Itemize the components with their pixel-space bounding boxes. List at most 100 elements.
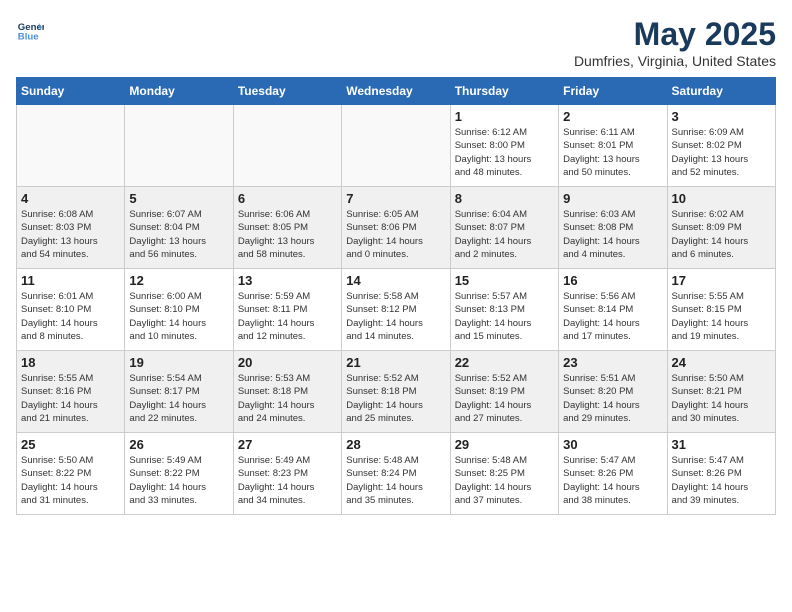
calendar-cell: 19Sunrise: 5:54 AM Sunset: 8:17 PM Dayli… [125, 351, 233, 433]
day-info: Sunrise: 5:55 AM Sunset: 8:15 PM Dayligh… [672, 290, 771, 343]
day-info: Sunrise: 5:58 AM Sunset: 8:12 PM Dayligh… [346, 290, 445, 343]
day-number: 12 [129, 273, 228, 288]
day-info: Sunrise: 5:47 AM Sunset: 8:26 PM Dayligh… [563, 454, 662, 507]
day-number: 5 [129, 191, 228, 206]
day-number: 9 [563, 191, 662, 206]
week-row-5: 25 Sunrise: 5:50 AM Sunset: 8:22 PM Dayli… [17, 433, 776, 515]
day-number: 20 [238, 355, 337, 370]
calendar-cell [342, 105, 450, 187]
calendar-cell [233, 105, 341, 187]
day-info: Sunrise: 6:02 AM Sunset: 8:09 PM Dayligh… [672, 208, 771, 261]
day-info: Sunrise: 6:11 AM Sunset: 8:01 PM Dayligh… [563, 126, 662, 179]
day-number: 18 [21, 355, 120, 370]
day-info: Sunrise: 5:52 AM Sunset: 8:18 PM Dayligh… [346, 372, 445, 425]
weekday-header-saturday: Saturday [667, 78, 775, 105]
day-number: 15 [455, 273, 554, 288]
weekday-header-thursday: Thursday [450, 78, 558, 105]
day-info: Sunrise: 6:03 AM Sunset: 8:08 PM Dayligh… [563, 208, 662, 261]
day-number: 4 [21, 191, 120, 206]
calendar-cell: 7 Sunrise: 6:05 AM Sunset: 8:06 PM Daylig… [342, 187, 450, 269]
day-info: Sunrise: 5:59 AM Sunset: 8:11 PM Dayligh… [238, 290, 337, 343]
day-info: Sunrise: 5:47 AM Sunset: 8:26 PM Dayligh… [672, 454, 771, 507]
calendar-cell [125, 105, 233, 187]
day-info: Sunrise: 6:00 AM Sunset: 8:10 PM Dayligh… [129, 290, 228, 343]
day-info: Sunrise: 6:09 AM Sunset: 8:02 PM Dayligh… [672, 126, 771, 179]
week-row-3: 11 Sunrise: 6:01 AM Sunset: 8:10 PM Dayli… [17, 269, 776, 351]
day-info: Sunrise: 6:07 AM Sunset: 8:04 PM Dayligh… [129, 208, 228, 261]
day-info: Sunrise: 5:49 AM Sunset: 8:22 PM Dayligh… [129, 454, 228, 507]
calendar-cell: 31Sunrise: 5:47 AM Sunset: 8:26 PM Dayli… [667, 433, 775, 515]
calendar-cell: 12 Sunrise: 6:00 AM Sunset: 8:10 PM Dayli… [125, 269, 233, 351]
calendar-cell: 4 Sunrise: 6:08 AM Sunset: 8:03 PM Daylig… [17, 187, 125, 269]
week-row-1: 1Sunrise: 6:12 AM Sunset: 8:00 PM Daylig… [17, 105, 776, 187]
day-info: Sunrise: 5:56 AM Sunset: 8:14 PM Dayligh… [563, 290, 662, 343]
day-number: 19 [129, 355, 228, 370]
day-info: Sunrise: 6:01 AM Sunset: 8:10 PM Dayligh… [21, 290, 120, 343]
calendar-cell: 30 Sunrise: 5:47 AM Sunset: 8:26 PM Dayli… [559, 433, 667, 515]
day-info: Sunrise: 5:50 AM Sunset: 8:21 PM Dayligh… [672, 372, 771, 425]
weekday-header-tuesday: Tuesday [233, 78, 341, 105]
calendar-cell: 10 Sunrise: 6:02 AM Sunset: 8:09 PM Dayli… [667, 187, 775, 269]
day-number: 23 [563, 355, 662, 370]
logo-icon: General Blue [16, 16, 44, 44]
day-info: Sunrise: 6:05 AM Sunset: 8:06 PM Dayligh… [346, 208, 445, 261]
logo: General Blue [16, 16, 44, 44]
day-number: 25 [21, 437, 120, 452]
calendar-cell: 1Sunrise: 6:12 AM Sunset: 8:00 PM Daylig… [450, 105, 558, 187]
calendar-cell: 16Sunrise: 5:56 AM Sunset: 8:14 PM Dayli… [559, 269, 667, 351]
day-number: 3 [672, 109, 771, 124]
day-number: 28 [346, 437, 445, 452]
day-number: 10 [672, 191, 771, 206]
day-number: 26 [129, 437, 228, 452]
day-info: Sunrise: 5:52 AM Sunset: 8:19 PM Dayligh… [455, 372, 554, 425]
calendar-cell: 18 Sunrise: 5:55 AM Sunset: 8:16 PM Dayli… [17, 351, 125, 433]
calendar-cell: 27 Sunrise: 5:49 AM Sunset: 8:23 PM Dayli… [233, 433, 341, 515]
day-info: Sunrise: 6:04 AM Sunset: 8:07 PM Dayligh… [455, 208, 554, 261]
day-number: 29 [455, 437, 554, 452]
calendar-cell: 15Sunrise: 5:57 AM Sunset: 8:13 PM Dayli… [450, 269, 558, 351]
weekday-header-wednesday: Wednesday [342, 78, 450, 105]
day-number: 22 [455, 355, 554, 370]
day-number: 11 [21, 273, 120, 288]
day-number: 30 [563, 437, 662, 452]
day-info: Sunrise: 5:49 AM Sunset: 8:23 PM Dayligh… [238, 454, 337, 507]
calendar-cell: 13 Sunrise: 5:59 AM Sunset: 8:11 PM Dayli… [233, 269, 341, 351]
calendar-table: SundayMondayTuesdayWednesdayThursdayFrid… [16, 77, 776, 515]
day-number: 13 [238, 273, 337, 288]
day-number: 21 [346, 355, 445, 370]
calendar-cell: 3 Sunrise: 6:09 AM Sunset: 8:02 PM Daylig… [667, 105, 775, 187]
day-number: 8 [455, 191, 554, 206]
calendar-cell: 17 Sunrise: 5:55 AM Sunset: 8:15 PM Dayli… [667, 269, 775, 351]
calendar-cell: 26 Sunrise: 5:49 AM Sunset: 8:22 PM Dayli… [125, 433, 233, 515]
calendar-cell: 29 Sunrise: 5:48 AM Sunset: 8:25 PM Dayli… [450, 433, 558, 515]
day-info: Sunrise: 5:48 AM Sunset: 8:25 PM Dayligh… [455, 454, 554, 507]
title-block: May 2025 Dumfries, Virginia, United Stat… [574, 16, 776, 69]
day-info: Sunrise: 5:51 AM Sunset: 8:20 PM Dayligh… [563, 372, 662, 425]
day-number: 6 [238, 191, 337, 206]
month-title: May 2025 [574, 16, 776, 53]
day-info: Sunrise: 5:48 AM Sunset: 8:24 PM Dayligh… [346, 454, 445, 507]
day-info: Sunrise: 6:08 AM Sunset: 8:03 PM Dayligh… [21, 208, 120, 261]
weekday-header-sunday: Sunday [17, 78, 125, 105]
day-number: 2 [563, 109, 662, 124]
calendar-cell: 24Sunrise: 5:50 AM Sunset: 8:21 PM Dayli… [667, 351, 775, 433]
calendar-cell: 21 Sunrise: 5:52 AM Sunset: 8:18 PM Dayli… [342, 351, 450, 433]
week-row-2: 4 Sunrise: 6:08 AM Sunset: 8:03 PM Daylig… [17, 187, 776, 269]
day-info: Sunrise: 5:55 AM Sunset: 8:16 PM Dayligh… [21, 372, 120, 425]
calendar-cell: 9 Sunrise: 6:03 AM Sunset: 8:08 PM Daylig… [559, 187, 667, 269]
calendar-cell: 2 Sunrise: 6:11 AM Sunset: 8:01 PM Daylig… [559, 105, 667, 187]
svg-text:Blue: Blue [18, 32, 39, 43]
weekday-header-monday: Monday [125, 78, 233, 105]
calendar-cell: 8 Sunrise: 6:04 AM Sunset: 8:07 PM Daylig… [450, 187, 558, 269]
location-title: Dumfries, Virginia, United States [574, 53, 776, 69]
weekday-header-friday: Friday [559, 78, 667, 105]
day-number: 17 [672, 273, 771, 288]
day-info: Sunrise: 6:06 AM Sunset: 8:05 PM Dayligh… [238, 208, 337, 261]
day-number: 27 [238, 437, 337, 452]
calendar-cell [17, 105, 125, 187]
calendar-cell: 25 Sunrise: 5:50 AM Sunset: 8:22 PM Dayli… [17, 433, 125, 515]
page-header: General Blue May 2025 Dumfries, Virginia… [16, 16, 776, 69]
day-info: Sunrise: 5:50 AM Sunset: 8:22 PM Dayligh… [21, 454, 120, 507]
day-number: 7 [346, 191, 445, 206]
calendar-cell: 23 Sunrise: 5:51 AM Sunset: 8:20 PM Dayli… [559, 351, 667, 433]
